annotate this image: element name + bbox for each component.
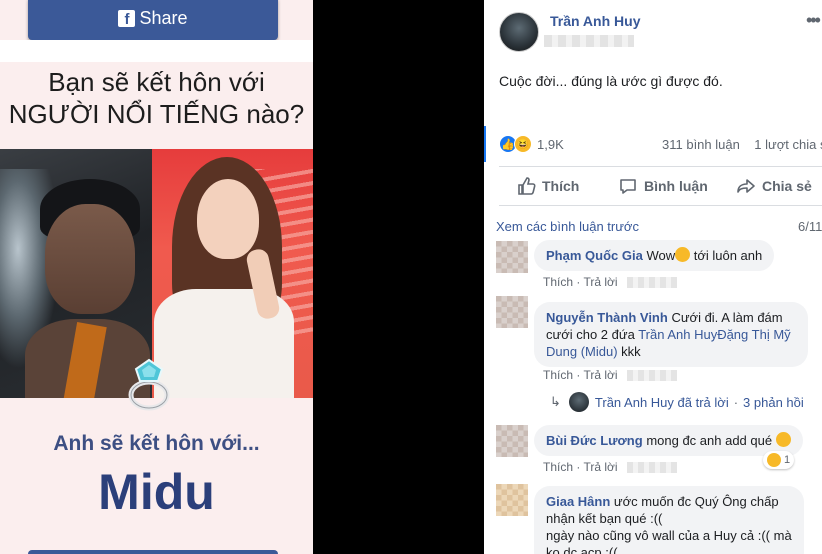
smile-emoji-icon [775, 432, 791, 447]
reaction-count: 1,9K [537, 136, 564, 152]
mention-tag[interactable]: Dung (Midu) [546, 344, 618, 359]
comment-like-link[interactable]: Thích [543, 275, 573, 289]
like-action-button[interactable]: Thích [516, 176, 579, 196]
mention-tag[interactable]: Trần Anh HuyĐặng Thị Mỹ [638, 327, 790, 342]
post-text: Cuộc đời... đúng là ước gì được đó. [499, 73, 723, 89]
focus-bar [484, 126, 486, 162]
result-label: Anh sẽ kết hôn với... [53, 432, 260, 455]
photo-woman [152, 149, 313, 398]
commenter-name[interactable]: Phạm Quốc Gia [546, 248, 643, 263]
top-band [0, 40, 313, 62]
result-photo [0, 149, 313, 411]
comment-text: mong đc anh add qué [646, 433, 773, 448]
comment-bubble: Phạm Quốc Gia Wow tới luôn anh [534, 240, 775, 271]
reply-action-text: đã trả lời [677, 394, 729, 410]
commenter-avatar[interactable] [496, 296, 528, 328]
engagement-counts: 311 bình luận 1 lượt chia sẻ [662, 137, 822, 152]
comment-like-link[interactable]: Thích [543, 460, 573, 474]
result-name: Midu [98, 464, 215, 520]
commenter-name[interactable]: Giaa Hânn [546, 494, 610, 509]
view-previous-comments-link[interactable]: Xem các bình luận trước [496, 219, 639, 234]
quiz-title-line1: Bạn sẽ kết hôn với [48, 67, 265, 97]
comment-reply-link[interactable]: Trả lời [583, 460, 617, 474]
reactions-summary[interactable]: 👍 😆 1,9K [499, 135, 564, 153]
comment-action-button[interactable]: Bình luận [618, 176, 708, 196]
comment-like-link[interactable]: Thích [543, 368, 573, 382]
comment-time-blurred [626, 277, 677, 289]
comment-time-blurred [626, 370, 677, 382]
facebook-post: Trần Anh Huy ••• Cuộc đời... đúng là ước… [484, 0, 822, 554]
comment-bubble: Nguyễn Thành Vinh Cưới đi. A làm đám cướ… [534, 302, 808, 367]
comment-reaction-count: 1 [784, 454, 791, 466]
comment-text: ước muốn đc Quý Ông chấp [613, 494, 779, 509]
thumbs-up-icon [518, 177, 536, 195]
comment-meta: Thích · Trả lời [543, 368, 677, 382]
comment-bubble: Bùi Đức Lương mong đc anh add qué [534, 425, 803, 456]
commenter-name[interactable]: Bùi Đức Lương [546, 433, 643, 448]
reply-count: 3 phản hồi [743, 394, 804, 410]
author-name[interactable]: Trần Anh Huy [550, 13, 641, 29]
comment-text: Cưới đi. A làm đám [671, 310, 783, 325]
commenter-avatar[interactable] [496, 484, 528, 516]
ring-icon [128, 358, 170, 411]
author-avatar[interactable] [499, 12, 539, 52]
shares-count[interactable]: 1 lượt chia sẻ [754, 137, 822, 152]
comment-meta: Thích · Trả lời [543, 275, 677, 289]
haha-reaction-icon: 😆 [514, 135, 532, 153]
commenter-avatar[interactable] [496, 425, 528, 457]
replies-summary[interactable]: ↳ Trần Anh Huy đã trả lời · 3 phản hồi [550, 392, 804, 412]
comment-reply-link[interactable]: Trả lời [583, 275, 617, 289]
facebook-icon: f [118, 9, 136, 27]
share-button-label: Share [139, 7, 188, 28]
comment-bubble: Giaa Hânn ước muốn đc Quý Ông chấp nhận … [534, 486, 804, 554]
comment-text: nhận kết bạn qué :(( [546, 511, 663, 526]
comment-text: ko dc acp :(( [546, 545, 618, 554]
comment-text: ngày nào cũng vô wall của a Huy cả :(( m… [546, 528, 792, 543]
quiz-title: Bạn sẽ kết hôn với NGƯỜI NỔI TIẾNG nào? [0, 66, 313, 130]
reply-author: Trần Anh Huy [594, 394, 674, 410]
comment-text: tới luôn anh [690, 248, 763, 263]
comment-icon [620, 179, 636, 194]
divider [499, 205, 822, 206]
reply-avatar [568, 392, 589, 412]
quiz-title-line2: NGƯỜI NỔI TIẾNG nào? [8, 99, 305, 129]
quiz-result-panel: f Share Bạn sẽ kết hôn với NGƯỜI NỔI TIẾ… [0, 0, 313, 554]
commenter-name[interactable]: Nguyễn Thành Vinh [546, 310, 668, 325]
comments-pager: 6/11 [798, 219, 822, 234]
share-arrow-icon [737, 179, 755, 193]
comment-time-blurred [626, 462, 677, 474]
share-action-label: Chia sẻ [762, 178, 812, 194]
comment-action-label: Bình luận [644, 178, 708, 194]
share-action-button[interactable]: Chia sẻ [736, 176, 812, 196]
comment-reaction-pill[interactable]: 1 [763, 451, 795, 469]
commenter-avatar[interactable] [496, 241, 528, 273]
more-options-icon[interactable]: ••• [806, 10, 821, 31]
comments-count[interactable]: 311 bình luận [662, 137, 740, 152]
sad-reaction-icon [767, 453, 781, 467]
comment-text: cưới cho 2 đứa [546, 327, 639, 342]
like-action-label: Thích [542, 178, 580, 194]
comment-reply-link[interactable]: Trả lời [583, 368, 617, 382]
reply-arrow-icon: ↳ [550, 394, 561, 409]
divider [499, 166, 822, 167]
grinning-emoji-icon [675, 247, 691, 262]
share-button[interactable]: f Share [28, 0, 278, 40]
bottom-button[interactable] [28, 550, 278, 554]
comment-meta: Thích · Trả lời [543, 460, 677, 474]
comment-text: Wow [646, 248, 676, 263]
post-timestamp-blurred [544, 35, 634, 47]
comment-text: kkk [617, 344, 641, 359]
